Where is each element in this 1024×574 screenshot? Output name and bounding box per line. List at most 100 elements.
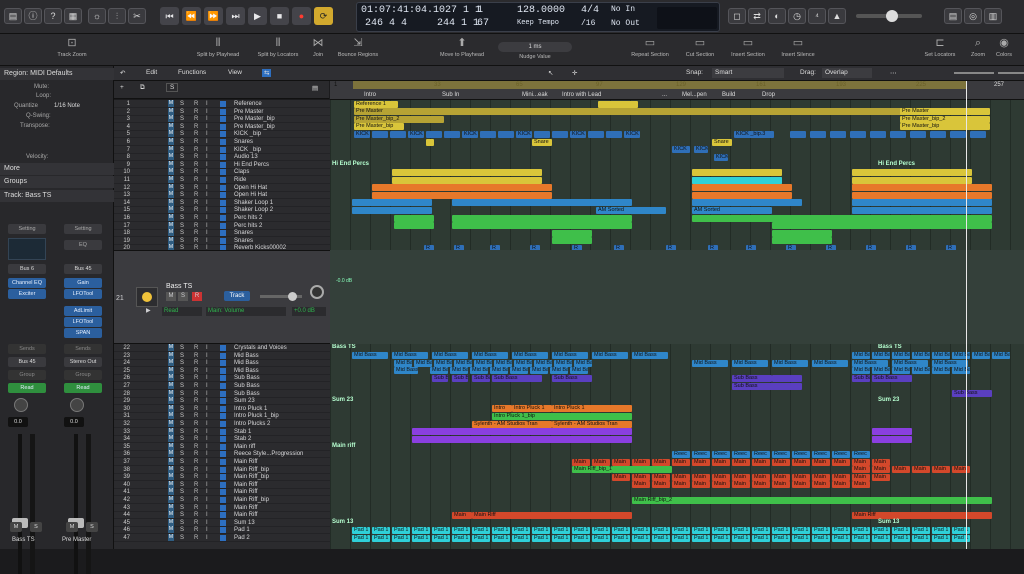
replace-icon[interactable]: ⇄ [748, 8, 766, 24]
region[interactable] [588, 130, 604, 138]
region[interactable]: Main [712, 481, 730, 489]
region[interactable]: Mid Bass [952, 367, 970, 375]
region[interactable]: Reec [712, 450, 730, 458]
region[interactable]: Main [912, 466, 930, 474]
region[interactable]: KICK _bip.3 [734, 130, 774, 138]
region[interactable] [426, 130, 442, 138]
lcd-signature[interactable]: 4/4 [581, 5, 599, 16]
region-header[interactable]: Region: MIDI Defaults [0, 68, 114, 80]
region[interactable]: Intro Pluck 1 [512, 405, 552, 413]
track-mute-button[interactable]: M [168, 473, 174, 481]
track-mute-button[interactable]: M [168, 122, 174, 130]
region[interactable]: Main [652, 458, 670, 466]
mute-button-2[interactable]: M [66, 522, 78, 532]
solo-icon[interactable]: ◷ [788, 8, 806, 24]
region[interactable]: Mid Bass [552, 352, 588, 360]
master-volume-knob[interactable] [886, 10, 898, 22]
region[interactable] [872, 435, 912, 443]
region[interactable]: Main [632, 458, 650, 466]
region[interactable]: Main Riff [472, 511, 632, 519]
region[interactable] [850, 130, 866, 138]
region[interactable]: Main [872, 473, 890, 481]
play-button[interactable]: ▶ [248, 7, 267, 25]
region[interactable] [412, 435, 632, 443]
track-mute-button[interactable]: M [168, 534, 174, 541]
region[interactable]: Mid Bass [414, 359, 432, 367]
track-mute-button[interactable]: M [168, 138, 174, 145]
region[interactable] [692, 184, 792, 192]
track-mute-button[interactable]: M [168, 236, 174, 244]
lfotool-plugin-2[interactable]: LFOTool [64, 317, 102, 327]
region[interactable]: Pad 1 [792, 526, 810, 534]
rewind-button[interactable]: ⏪ [182, 7, 201, 25]
record-button[interactable]: ● [292, 7, 311, 25]
region[interactable] [930, 130, 946, 138]
mixer-icon[interactable]: ⫶ [108, 8, 126, 24]
region[interactable]: Main [852, 466, 870, 474]
region[interactable]: Pad 1 [432, 534, 450, 542]
pan-knob[interactable] [14, 398, 28, 412]
volume-fader-track-2[interactable] [68, 434, 84, 574]
region[interactable]: Reec [752, 450, 770, 458]
region[interactable]: Pad 1 [352, 534, 370, 542]
region[interactable]: Sub Bass [952, 390, 992, 398]
region[interactable]: Mid Bass [852, 367, 870, 375]
region[interactable] [372, 130, 388, 138]
region[interactable]: Pad 1 [692, 534, 710, 542]
track-name[interactable]: Bass TS [166, 283, 192, 290]
region[interactable]: Sub Bass [432, 374, 448, 382]
region[interactable] [692, 168, 782, 176]
track-mute-button[interactable]: M [168, 183, 174, 191]
region[interactable] [772, 229, 832, 237]
region[interactable]: Mid Bass [512, 352, 548, 360]
track-mute-button[interactable]: M [168, 404, 174, 412]
track-pan-knob[interactable] [310, 285, 324, 299]
region[interactable]: Pad 1 [592, 526, 610, 534]
track-volume-slider[interactable] [260, 292, 302, 301]
browsers-icon[interactable]: ▥ [984, 8, 1002, 24]
region[interactable]: Mid Bass [952, 352, 970, 360]
region[interactable]: Pad 1 [872, 534, 890, 542]
list-icon[interactable]: ▤ [312, 84, 318, 92]
region[interactable]: Mid Bass [534, 359, 552, 367]
track-record-button[interactable]: R [194, 534, 198, 542]
toolbar-icon[interactable]: ▦ [64, 8, 82, 24]
region[interactable]: Mid Bass [432, 352, 468, 360]
region[interactable]: Mid Bass [892, 352, 910, 360]
region[interactable]: Mid Bass [732, 359, 768, 367]
region[interactable]: Mid Bass [872, 367, 890, 375]
edit-menu[interactable]: Edit [146, 69, 157, 76]
region[interactable]: Pad 1 [452, 526, 470, 534]
region[interactable] [772, 237, 832, 245]
duplicate-track-icon[interactable]: ⧉ [140, 84, 145, 92]
region[interactable] [452, 222, 632, 230]
region[interactable]: Mid Bass [772, 359, 808, 367]
region[interactable]: Pad 1 [612, 526, 630, 534]
region[interactable] [852, 168, 972, 176]
region[interactable] [852, 199, 992, 207]
exciter-plugin[interactable]: Exciter [8, 289, 46, 299]
quantize-value[interactable]: 1/16 Note [54, 103, 80, 109]
region[interactable]: Pad 1 [912, 526, 930, 534]
region[interactable] [612, 466, 672, 474]
region[interactable]: Pad 1 [792, 534, 810, 542]
region[interactable]: Main [792, 473, 810, 481]
region[interactable]: Sub Bass [732, 374, 772, 382]
region[interactable]: Main [872, 458, 890, 466]
region[interactable]: Mid Bass [592, 352, 628, 360]
region[interactable]: Pad 1 [572, 534, 590, 542]
region[interactable]: Pad 1 [592, 534, 610, 542]
region[interactable]: Main [712, 473, 730, 481]
region[interactable] [394, 214, 434, 222]
region[interactable]: Pad 1 [372, 526, 390, 534]
loop-browser-icon[interactable]: ◎ [964, 8, 982, 24]
split-playhead-tool[interactable]: ⫴ Split by Playhead [186, 36, 250, 58]
region[interactable]: Mid Bass [394, 359, 412, 367]
inspector-icon[interactable]: ⓘ [24, 8, 42, 24]
region[interactable] [452, 199, 632, 207]
region[interactable]: Pad 1 [392, 526, 410, 534]
track-mute-button[interactable]: M [168, 344, 174, 351]
region[interactable]: KICK [462, 130, 478, 138]
region[interactable]: Mid Bass [392, 352, 428, 360]
region[interactable] [810, 130, 826, 138]
